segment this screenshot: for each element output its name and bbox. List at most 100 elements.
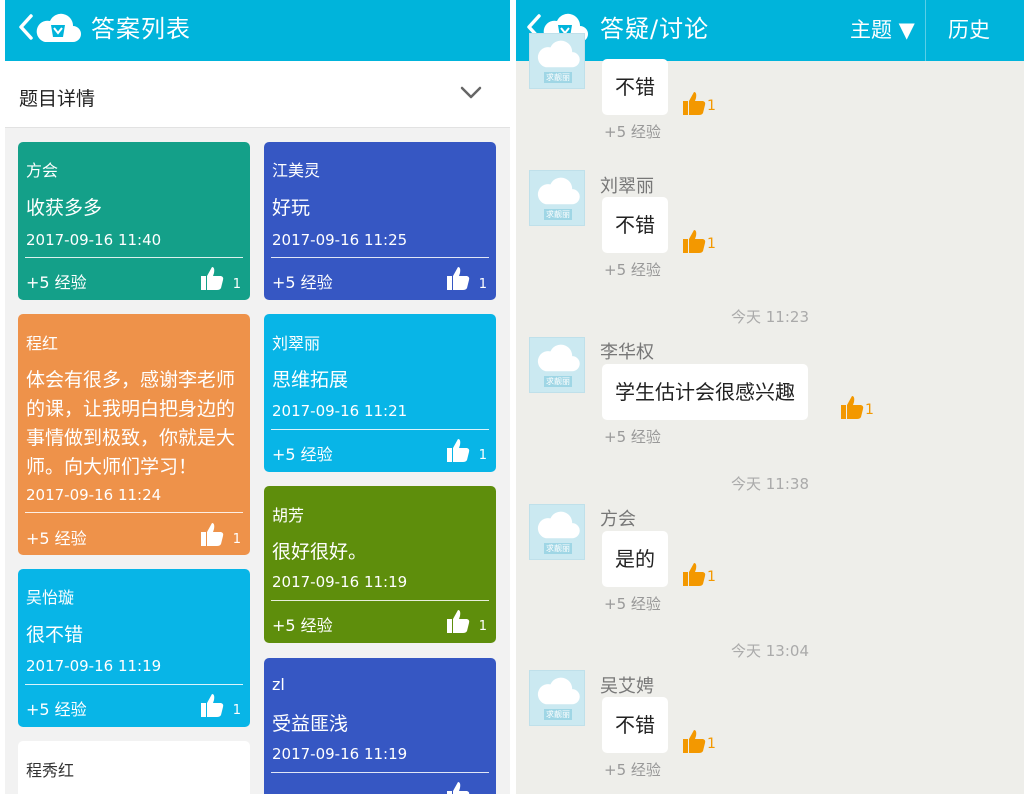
answer-author: 刘翠丽 bbox=[272, 334, 321, 353]
answer-card[interactable]: 程红 体会有很多，感谢李老师的课，让我明白把身边的事情做到极致，你就是大师。向大… bbox=[18, 314, 250, 555]
answer-content: 很好很好。 bbox=[272, 541, 368, 563]
message-like[interactable]: 1 bbox=[840, 394, 874, 422]
chat-timestamp: 今天 11:38 bbox=[731, 475, 809, 493]
answer-card[interactable]: zl 受益匪浅 2017-09-16 11:19 bbox=[264, 658, 496, 794]
card-divider bbox=[271, 600, 489, 601]
back-arrow-icon[interactable] bbox=[17, 12, 35, 42]
thumbs-up-icon[interactable] bbox=[840, 394, 864, 420]
message-like[interactable]: 1 bbox=[682, 228, 716, 256]
like-count: 1 bbox=[707, 98, 716, 114]
thumbs-up-icon[interactable] bbox=[446, 265, 470, 291]
card-divider bbox=[271, 772, 489, 773]
like-count: 1 bbox=[865, 402, 874, 418]
message-bubble: 是的 bbox=[602, 531, 668, 587]
answer-content: 体会有很多，感谢李老师的课，让我明白把身边的事情做到极致，你就是大师。向大师们学… bbox=[26, 369, 236, 478]
answer-time: 2017-09-16 11:19 bbox=[272, 573, 408, 591]
thumbs-up-icon[interactable] bbox=[200, 265, 224, 291]
card-divider bbox=[271, 429, 489, 430]
cloud-logo-icon bbox=[537, 177, 580, 205]
cloud-logo-icon bbox=[537, 344, 580, 372]
answer-time: 2017-09-16 11:40 bbox=[26, 231, 162, 249]
question-detail-label: 题目详情 bbox=[19, 88, 96, 110]
page-title: 答疑/讨论 bbox=[600, 15, 710, 43]
answer-content: 收获多多 bbox=[26, 197, 103, 219]
like-count: 1 bbox=[707, 236, 716, 252]
answer-card[interactable]: 胡芳 很好很好。 2017-09-16 11:19 +5 经验 1 bbox=[264, 486, 496, 643]
message-exp: +5 经验 bbox=[604, 123, 661, 141]
thumbs-up-icon[interactable] bbox=[682, 228, 706, 254]
thumbs-up-icon[interactable] bbox=[446, 780, 470, 794]
cloud-logo-icon bbox=[36, 13, 81, 42]
card-divider bbox=[271, 257, 489, 258]
chat-timestamp: 今天 11:23 bbox=[731, 308, 809, 326]
message-bubble: 学生估计会很感兴趣 bbox=[602, 364, 808, 420]
like-count: 1 bbox=[232, 703, 241, 718]
message-username: 刘翠丽 bbox=[600, 176, 654, 197]
thumbs-up-icon[interactable] bbox=[200, 521, 224, 547]
cloud-logo-icon bbox=[537, 677, 580, 705]
answer-card[interactable]: 江美灵 好玩 2017-09-16 11:25 +5 经验 1 bbox=[264, 142, 496, 300]
answer-card[interactable]: 方会 收获多多 2017-09-16 11:40 +5 经验 1 bbox=[18, 142, 250, 300]
avatar[interactable]: 求靓丽 bbox=[529, 337, 585, 393]
answer-time: 2017-09-16 11:24 bbox=[26, 486, 162, 504]
answer-exp: +5 经验 bbox=[26, 273, 87, 292]
answer-author: 程秀红 bbox=[26, 761, 75, 780]
header-divider bbox=[925, 0, 926, 61]
answer-card[interactable]: 吴怡璇 很不错 2017-09-16 11:19 +5 经验 1 bbox=[18, 569, 250, 727]
card-divider bbox=[25, 257, 243, 258]
message-exp: +5 经验 bbox=[604, 761, 661, 779]
cloud-logo-icon bbox=[537, 40, 580, 68]
message-bubble: 不错 bbox=[602, 197, 668, 253]
thumbs-up-icon[interactable] bbox=[446, 608, 470, 634]
message-username: 方会 bbox=[600, 509, 636, 530]
avatar[interactable]: 求靓丽 bbox=[529, 170, 585, 226]
answer-author: 程红 bbox=[26, 334, 59, 353]
message-like[interactable]: 1 bbox=[682, 90, 716, 118]
message-exp: +5 经验 bbox=[604, 261, 661, 279]
like-count: 1 bbox=[478, 448, 487, 463]
answer-author: 方会 bbox=[26, 161, 59, 180]
answer-time: 2017-09-16 11:25 bbox=[272, 231, 408, 249]
message-like[interactable]: 1 bbox=[682, 561, 716, 589]
topic-menu-button[interactable]: 主题 ▼ bbox=[850, 14, 915, 44]
answer-card[interactable]: 程秀红 bbox=[18, 741, 250, 794]
like-count: 1 bbox=[707, 736, 716, 752]
chevron-down-icon[interactable] bbox=[460, 85, 482, 101]
discussion-screen: 答疑/讨论 主题 ▼ 历史 求靓丽 不错 1 +5 经验 求靓丽 刘翠丽 不错 … bbox=[516, 0, 1024, 794]
like-count: 1 bbox=[478, 277, 487, 292]
answer-exp: +5 经验 bbox=[26, 529, 87, 548]
screenshot-stage: 答案列表 题目详情 方会 收获多多 2017-09-16 11:40 +5 经验… bbox=[0, 0, 1024, 794]
thumbs-up-icon[interactable] bbox=[682, 728, 706, 754]
avatar-label: 求靓丽 bbox=[544, 72, 572, 83]
message-username: 吴艾娉 bbox=[600, 676, 654, 697]
card-divider bbox=[25, 512, 243, 513]
avatar-label: 求靓丽 bbox=[544, 209, 572, 220]
answer-author: 江美灵 bbox=[272, 161, 321, 180]
answer-list-header: 答案列表 bbox=[5, 0, 510, 61]
card-divider bbox=[25, 684, 243, 685]
history-button[interactable]: 历史 bbox=[948, 14, 990, 44]
avatar-label: 求靓丽 bbox=[544, 709, 572, 720]
answer-author: zl bbox=[272, 675, 285, 694]
thumbs-up-icon[interactable] bbox=[200, 692, 224, 718]
message-username: 李华权 bbox=[600, 342, 654, 363]
cloud-logo-icon bbox=[537, 511, 580, 539]
thumbs-up-icon[interactable] bbox=[682, 561, 706, 587]
thumbs-up-icon[interactable] bbox=[446, 437, 470, 463]
question-detail-toggle[interactable]: 题目详情 bbox=[5, 61, 510, 128]
avatar[interactable]: 求靓丽 bbox=[529, 33, 585, 89]
thumbs-up-icon[interactable] bbox=[682, 90, 706, 116]
answer-time: 2017-09-16 11:19 bbox=[272, 745, 408, 763]
message-like[interactable]: 1 bbox=[682, 728, 716, 756]
answer-content: 思维拓展 bbox=[272, 369, 349, 391]
answer-author: 吴怡璇 bbox=[26, 588, 75, 607]
answer-content: 好玩 bbox=[272, 197, 311, 219]
answer-author: 胡芳 bbox=[272, 506, 305, 525]
message-bubble: 不错 bbox=[602, 697, 668, 753]
avatar[interactable]: 求靓丽 bbox=[529, 504, 585, 560]
answer-card[interactable]: 刘翠丽 思维拓展 2017-09-16 11:21 +5 经验 1 bbox=[264, 314, 496, 472]
avatar[interactable]: 求靓丽 bbox=[529, 670, 585, 726]
answer-list-screen: 答案列表 题目详情 方会 收获多多 2017-09-16 11:40 +5 经验… bbox=[5, 0, 510, 794]
answer-exp: +5 经验 bbox=[272, 445, 333, 464]
like-count: 1 bbox=[707, 569, 716, 585]
